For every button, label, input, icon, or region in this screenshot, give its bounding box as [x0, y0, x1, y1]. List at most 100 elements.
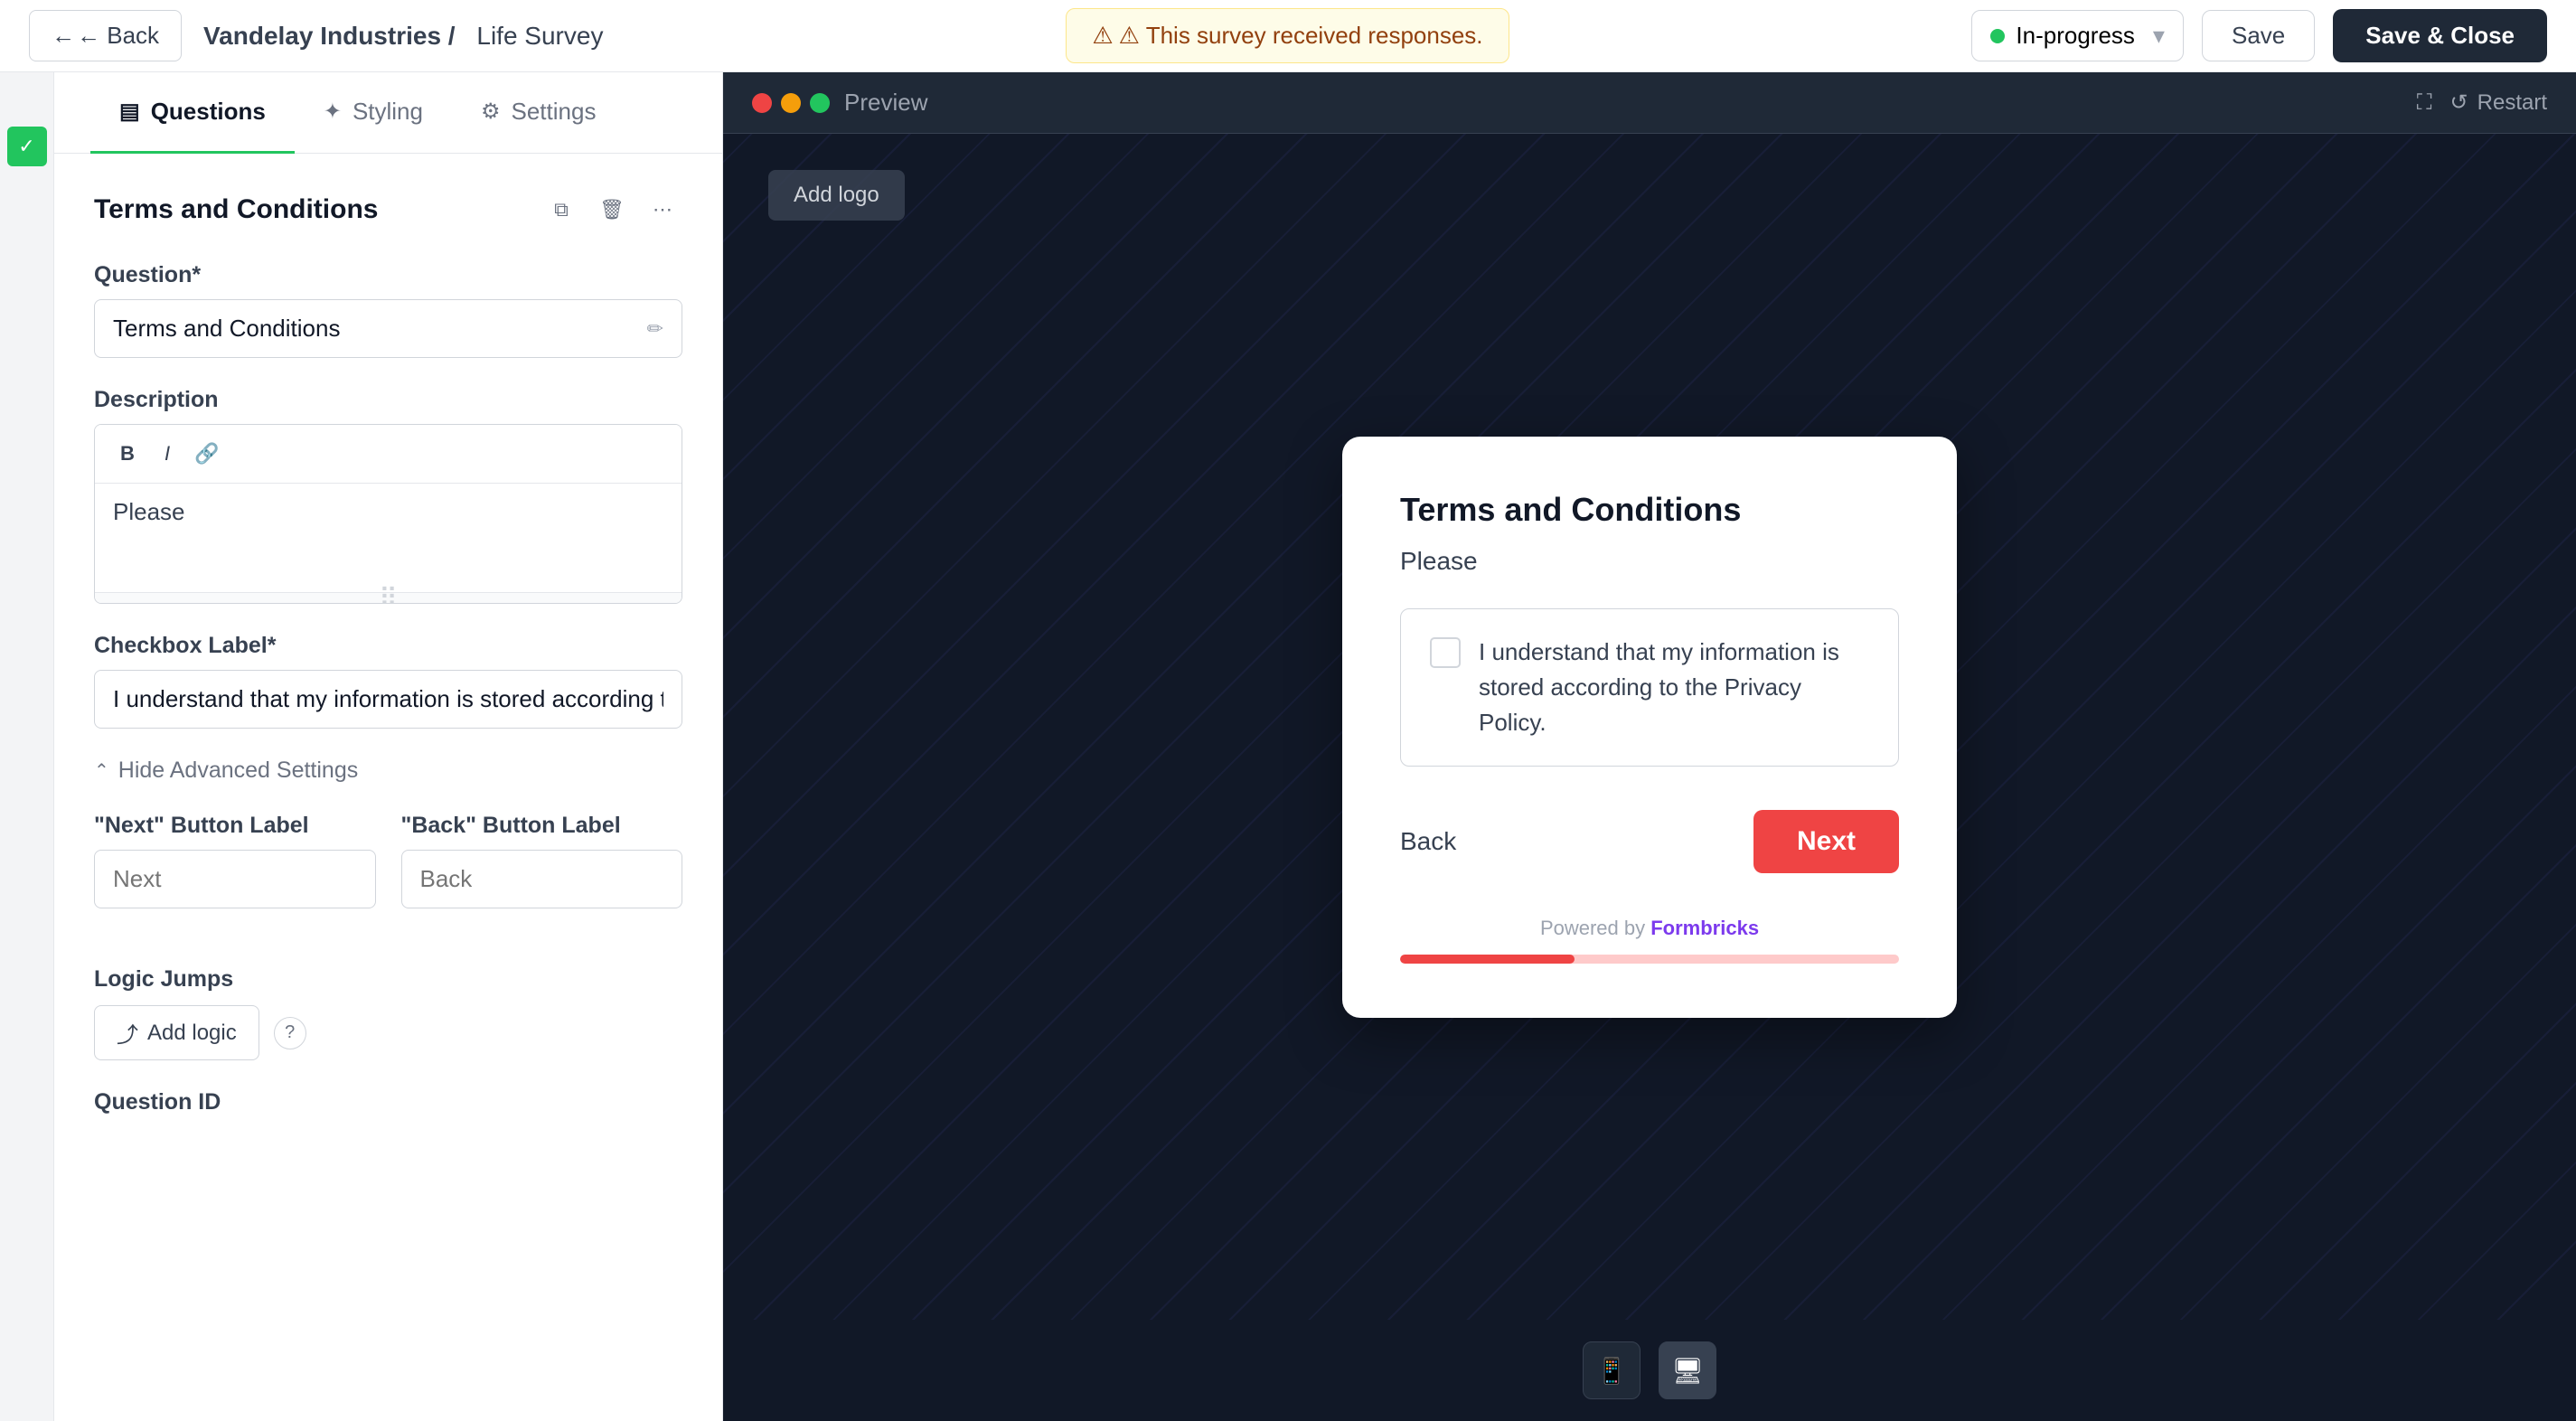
tab-styling[interactable]: ✦ Styling — [295, 72, 452, 154]
section-header: Terms and Conditions ⧉ 🗑 ⋯ — [94, 190, 682, 230]
window-dots — [752, 93, 830, 113]
copy-icon: ⧉ — [554, 198, 569, 221]
resize-icon: ⠿ — [379, 583, 398, 604]
back-button-label-group: "Back" Button Label — [401, 813, 683, 908]
desktop-icon: 🖥 — [1671, 1356, 1704, 1386]
bold-button[interactable]: B — [109, 436, 146, 472]
checkbox-label-input[interactable] — [113, 685, 663, 713]
link-button[interactable]: 🔗 — [189, 436, 225, 472]
dot-green — [810, 93, 830, 113]
hide-advanced-settings-toggle[interactable]: ⌃ Hide Advanced Settings — [94, 758, 682, 784]
back-button[interactable]: ← ← Back — [29, 10, 182, 61]
dot-yellow — [781, 93, 801, 113]
restart-button[interactable]: ↺ Restart — [2450, 89, 2547, 116]
bold-icon: B — [120, 442, 135, 466]
company-name: Vandelay Industries / — [203, 22, 456, 50]
add-logic-icon: ⤴ — [117, 1017, 138, 1049]
card-description: Please — [1400, 547, 1899, 576]
save-button[interactable]: Save — [2202, 10, 2315, 61]
tab-settings-label: Settings — [512, 98, 597, 126]
checkbox-label-field-group: Checkbox Label* — [94, 633, 682, 729]
question-input[interactable] — [113, 315, 647, 343]
tab-questions[interactable]: ▤ Questions — [90, 72, 295, 154]
description-field-group: Description B I 🔗 — [94, 387, 682, 604]
resize-handle[interactable]: ⠿ — [95, 592, 682, 603]
survey-warning-banner: ⚠ ⚠ This survey received responses. — [1066, 8, 1509, 63]
chevron-up-icon: ⌃ — [94, 759, 109, 782]
add-logic-label: Add logic — [147, 1021, 237, 1046]
back-arrow-icon: ← — [52, 22, 75, 50]
editor-panel: ▤ Questions ✦ Styling ⚙ Settings Terms a… — [54, 72, 723, 1421]
preview-label: Preview — [844, 89, 927, 117]
fake-checkbox[interactable] — [1430, 637, 1461, 668]
checkbox-row[interactable]: I understand that my information is stor… — [1400, 608, 1899, 767]
progress-bar — [1400, 955, 1899, 964]
questions-tab-icon: ▤ — [119, 99, 140, 125]
topbar: ← ← Back Vandelay Industries / Life Surv… — [0, 0, 2576, 72]
dot-red — [752, 93, 772, 113]
survey-name: Life Survey — [476, 22, 603, 50]
preview-panel: Preview ⛶ ↺ Restart Add logo Terms and C… — [723, 72, 2576, 1421]
next-button-input[interactable] — [113, 865, 357, 893]
duplicate-button[interactable]: ⧉ — [541, 190, 581, 230]
description-editor: B I 🔗 Please ⠿ — [94, 424, 682, 604]
button-labels-row: "Next" Button Label "Back" Button Label — [94, 813, 682, 937]
expand-button[interactable]: ⛶ — [2417, 90, 2432, 116]
logic-jumps-section: Logic Jumps ⤴ Add logic ? — [94, 966, 682, 1060]
tab-questions-label: Questions — [151, 98, 266, 126]
italic-icon: I — [165, 442, 170, 466]
preview-topbar: Preview ⛶ ↺ Restart — [723, 72, 2576, 134]
check-mark-icon: ✓ — [7, 127, 47, 166]
main-layout: ✓ ▤ Questions ✦ Styling ⚙ Settings Terms… — [0, 72, 2576, 1421]
more-options-button[interactable]: ⋯ — [643, 190, 682, 230]
powered-by: Powered by Formbricks — [1400, 917, 1899, 940]
mobile-view-button[interactable]: 📱 — [1583, 1341, 1641, 1399]
preview-bottom: 📱 🖥 — [723, 1320, 2576, 1421]
section-actions: ⧉ 🗑 ⋯ — [541, 190, 682, 230]
hide-advanced-label: Hide Advanced Settings — [118, 758, 358, 784]
question-label: Question* — [94, 262, 682, 288]
tab-settings[interactable]: ⚙ Settings — [452, 72, 625, 154]
status-label: In-progress — [2016, 22, 2135, 50]
save-close-button[interactable]: Save & Close — [2333, 9, 2547, 62]
description-toolbar: B I 🔗 — [95, 425, 682, 484]
help-icon[interactable]: ? — [274, 1017, 306, 1049]
add-logo-button[interactable]: Add logo — [768, 170, 905, 221]
breadcrumb: Vandelay Industries / Life Survey — [203, 22, 603, 51]
styling-tab-icon: ✦ — [324, 99, 342, 125]
description-content[interactable]: Please — [95, 484, 682, 592]
editor-content: Terms and Conditions ⧉ 🗑 ⋯ Question* — [54, 154, 722, 1421]
logic-jumps-title: Logic Jumps — [94, 966, 682, 993]
topbar-right: In-progress ▾ Save Save & Close — [1971, 9, 2547, 62]
status-dropdown[interactable]: In-progress ▾ — [1971, 10, 2184, 61]
question-input-wrapper[interactable]: ✏ — [94, 299, 682, 358]
checkbox-label-input-wrapper[interactable] — [94, 670, 682, 729]
warning-text: ⚠ This survey received responses. — [1119, 22, 1483, 50]
checkbox-text: I understand that my information is stor… — [1479, 635, 1869, 740]
warning-icon: ⚠ — [1092, 22, 1113, 50]
question-field-group: Question* ✏ — [94, 262, 682, 358]
italic-button[interactable]: I — [149, 436, 185, 472]
sidebar-check: ✓ — [0, 72, 54, 1421]
section-title: Terms and Conditions — [94, 194, 378, 225]
card-back-button[interactable]: Back — [1400, 827, 1456, 856]
progress-fill — [1400, 955, 1575, 964]
card-next-button[interactable]: Next — [1753, 810, 1899, 873]
card-title: Terms and Conditions — [1400, 491, 1899, 529]
question-id-group: Question ID — [94, 1089, 682, 1115]
restart-label: Restart — [2477, 90, 2547, 116]
next-button-input-wrapper[interactable] — [94, 850, 376, 908]
next-button-label-title: "Next" Button Label — [94, 813, 376, 839]
ellipsis-icon: ⋯ — [653, 198, 672, 221]
mobile-icon: 📱 — [1596, 1356, 1628, 1386]
card-nav: Back Next — [1400, 810, 1899, 873]
back-label: ← Back — [77, 22, 159, 50]
back-button-input-wrapper[interactable] — [401, 850, 683, 908]
back-button-label-title: "Back" Button Label — [401, 813, 683, 839]
description-label: Description — [94, 387, 682, 413]
edit-icon: ✏ — [647, 317, 663, 341]
delete-button[interactable]: 🗑 — [592, 190, 632, 230]
desktop-view-button[interactable]: 🖥 — [1659, 1341, 1716, 1399]
back-button-input[interactable] — [420, 865, 664, 893]
add-logic-button[interactable]: ⤴ Add logic — [94, 1005, 259, 1060]
